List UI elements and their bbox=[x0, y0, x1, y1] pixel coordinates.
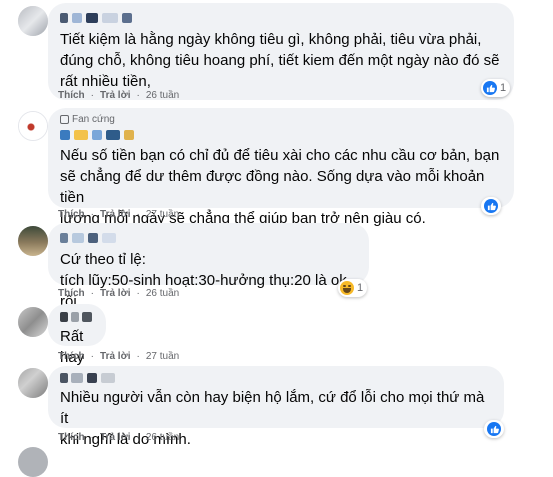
fan-badge-label: Fan cứng bbox=[72, 114, 115, 125]
commenter-name-redacted[interactable] bbox=[60, 310, 94, 324]
comment-4: Rất hay Thích · Trả lời · 27 tuần bbox=[0, 303, 553, 366]
comment-bubble: Fan cứng Nếu số tiền bạn có chỉ đủ để ti… bbox=[48, 108, 514, 227]
separator-dot: · bbox=[136, 209, 140, 220]
reaction-badge[interactable]: 1 bbox=[481, 79, 511, 97]
avatar[interactable] bbox=[18, 307, 48, 337]
comment-1: Tiết kiệm là hằng ngày không tiêu gì, kh… bbox=[0, 0, 553, 101]
reply-action[interactable]: Trả lời bbox=[100, 288, 130, 299]
reply-action[interactable]: Trả lời bbox=[100, 351, 130, 362]
like-action[interactable]: Thích bbox=[58, 288, 85, 299]
separator-dot: · bbox=[90, 288, 95, 299]
timestamp[interactable]: 26 tuần bbox=[146, 432, 179, 443]
comment-text: Tiết kiệm là hằng ngày không tiêu gì, kh… bbox=[60, 31, 500, 90]
separator-dot: · bbox=[90, 90, 95, 101]
separator-dot: · bbox=[90, 209, 95, 220]
comment-actions: Thích · Trả lời · 27 tuần bbox=[58, 351, 179, 362]
like-reaction-icon bbox=[484, 199, 498, 213]
comment-bubble: Cứ theo tỉ lệ: tích lũy:50-sinh hoạt:30-… bbox=[48, 223, 369, 310]
fan-badge[interactable]: Fan cứng bbox=[60, 114, 115, 125]
reply-action[interactable]: Trả lời bbox=[100, 90, 130, 101]
timestamp[interactable]: 26 tuần bbox=[146, 90, 179, 101]
like-reaction-icon bbox=[487, 422, 501, 436]
like-action[interactable]: Thích bbox=[58, 90, 85, 101]
reaction-badge[interactable] bbox=[481, 197, 501, 215]
comment-bubble: Nhiều người vẫn còn hay biện hộ lắm, cứ … bbox=[48, 366, 504, 448]
commenter-name-redacted[interactable] bbox=[60, 231, 357, 245]
comment-3: Cứ theo tỉ lệ: tích lũy:50-sinh hoạt:30-… bbox=[0, 222, 553, 310]
commenter-name-redacted[interactable] bbox=[60, 128, 502, 142]
fan-badge-row: Fan cứng bbox=[60, 114, 502, 126]
timestamp[interactable]: 27 tuần bbox=[146, 209, 179, 220]
comment-actions: Thích · Trả lời · 26 tuần bbox=[58, 288, 179, 299]
separator-dot: · bbox=[90, 351, 95, 362]
timestamp[interactable]: 27 tuần bbox=[146, 351, 179, 362]
separator-dot: · bbox=[136, 432, 140, 443]
haha-reaction-icon bbox=[340, 281, 354, 295]
separator-dot: · bbox=[136, 351, 140, 362]
avatar[interactable] bbox=[18, 6, 48, 36]
like-action[interactable]: Thích bbox=[58, 351, 85, 362]
reaction-badge[interactable] bbox=[484, 420, 504, 438]
avatar[interactable] bbox=[18, 368, 48, 398]
like-action[interactable]: Thích bbox=[58, 209, 85, 220]
separator-dot: · bbox=[136, 90, 140, 101]
comment-bubble: Rất hay bbox=[48, 304, 106, 366]
like-action[interactable]: Thích bbox=[58, 432, 85, 443]
comment-actions: Thích · Trả lời · 26 tuần bbox=[58, 432, 179, 443]
comment-actions: Thích · Trả lời · 26 tuần bbox=[58, 90, 179, 101]
fan-badge-icon bbox=[60, 115, 69, 124]
reply-action[interactable]: Trả lời bbox=[100, 209, 130, 220]
comment-2: Fan cứng Nếu số tiền bạn có chỉ đủ để ti… bbox=[0, 105, 553, 227]
like-reaction-icon bbox=[483, 81, 497, 95]
comment-bubble: Tiết kiệm là hằng ngày không tiêu gì, kh… bbox=[48, 3, 514, 100]
commenter-name-redacted[interactable] bbox=[60, 11, 502, 25]
comment-5: Nhiều người vẫn còn hay biện hộ lắm, cứ … bbox=[0, 365, 553, 457]
commenter-name-redacted[interactable] bbox=[60, 371, 492, 385]
avatar[interactable] bbox=[18, 226, 48, 256]
timestamp[interactable]: 26 tuần bbox=[146, 288, 179, 299]
reaction-count: 1 bbox=[357, 282, 364, 294]
separator-dot: · bbox=[90, 432, 95, 443]
reaction-badge[interactable]: 1 bbox=[338, 279, 368, 297]
reply-action[interactable]: Trả lời bbox=[100, 432, 130, 443]
separator-dot: · bbox=[136, 288, 140, 299]
comment-actions: Thích · Trả lời · 27 tuần bbox=[58, 209, 179, 220]
reaction-count: 1 bbox=[500, 82, 507, 94]
avatar[interactable] bbox=[18, 111, 48, 141]
avatar[interactable] bbox=[18, 447, 48, 477]
